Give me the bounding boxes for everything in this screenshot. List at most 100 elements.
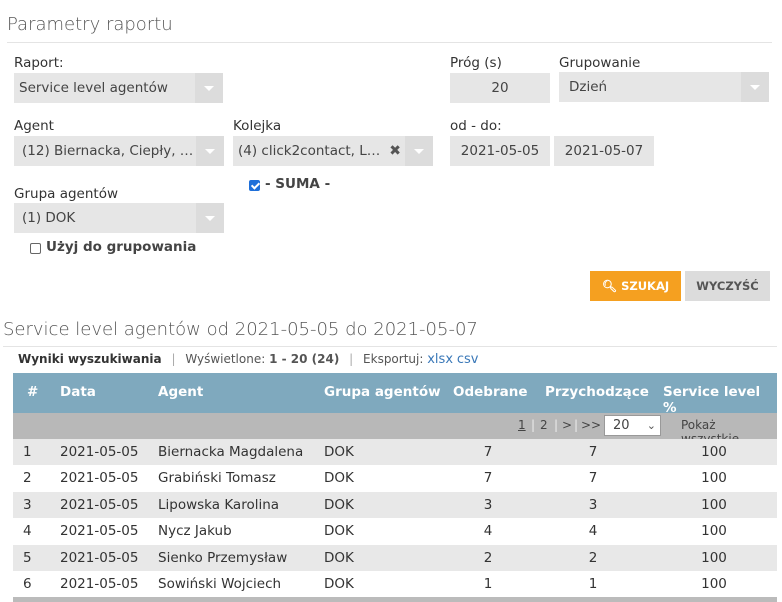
cell-odebrane: 4	[483, 523, 493, 539]
shown-prefix: Wyświetlone:	[185, 352, 266, 366]
per-page-value: 20	[613, 418, 630, 433]
cell-grupa: DOK	[324, 444, 354, 460]
results-tab[interactable]: Wyniki wyszukiwania	[18, 352, 162, 366]
agent-select-value: (12) Biernacka, Ciepły, Gr...	[22, 143, 194, 159]
cell-service-level: 100	[701, 497, 727, 513]
agent-label: Agent	[14, 118, 54, 134]
col-header-service-level[interactable]: Service level %	[663, 384, 777, 416]
raport-select[interactable]: Service level agentów	[14, 73, 223, 103]
chevron-down-icon	[196, 136, 224, 166]
table-row[interactable]: 4 2021-05-05 Nycz Jakub DOK 4 4 100	[13, 518, 777, 544]
cell-service-level: 100	[701, 470, 727, 486]
search-icon: 🔍︎	[601, 279, 618, 293]
cell-service-level: 100	[701, 444, 727, 460]
pager-separator: |	[574, 418, 579, 432]
cell-agent: Grabiński Tomasz	[158, 470, 276, 486]
params-title: Parametry raportu	[7, 14, 173, 35]
cell-service-level: 100	[701, 576, 727, 592]
cell-index: 6	[23, 576, 32, 592]
cell-grupa: DOK	[324, 550, 354, 566]
chevron-down-icon: ⌄	[646, 419, 656, 432]
col-header-index[interactable]: #	[27, 384, 38, 400]
cell-przychodzace: 7	[588, 444, 598, 460]
cell-index: 5	[23, 550, 32, 566]
grupowanie-label: Grupowanie	[559, 55, 641, 71]
table-row[interactable]: 1 2021-05-05 Biernacka Magdalena DOK 7 7…	[13, 439, 777, 465]
cell-date: 2021-05-05	[60, 576, 139, 592]
cell-index: 4	[23, 523, 32, 539]
grupa-select-value: (1) DOK	[22, 210, 76, 226]
clear-button[interactable]: WYCZYŚĆ	[685, 271, 770, 301]
cell-index: 3	[23, 497, 32, 513]
chevron-down-icon	[405, 136, 433, 166]
cell-date: 2021-05-05	[60, 444, 139, 460]
cell-agent: Sowiński Wojciech	[158, 576, 282, 592]
cell-index: 2	[23, 470, 32, 486]
kolejka-select[interactable]: (4) click2contact, L3, s... ✖	[233, 136, 433, 166]
pager: 1 | 2 | > | >> 20 ⌄ Pokaż wszystkie	[13, 413, 777, 446]
col-header-grupa[interactable]: Grupa agentów	[324, 384, 441, 400]
cell-date: 2021-05-05	[60, 470, 139, 486]
grupa-label: Grupa agentów	[14, 186, 118, 202]
pager-last[interactable]: >>	[581, 418, 601, 432]
oddo-label: od - do:	[450, 118, 502, 134]
cell-grupa: DOK	[324, 497, 354, 513]
cell-grupa: DOK	[324, 523, 354, 539]
pager-page-2[interactable]: 2	[540, 418, 548, 432]
col-header-odebrane[interactable]: Odebrane	[453, 384, 528, 400]
table-row-partial	[13, 597, 777, 602]
cell-odebrane: 3	[483, 497, 493, 513]
table-row[interactable]: 5 2021-05-05 Sienko Przemysław DOK 2 2 1…	[13, 545, 777, 571]
pager-page-1[interactable]: 1	[518, 418, 526, 432]
prog-label: Próg (s)	[450, 55, 502, 71]
chevron-down-icon	[196, 203, 224, 233]
search-button-label: SZUKAJ	[621, 279, 670, 293]
pager-separator: |	[554, 418, 559, 432]
results-divider	[3, 346, 777, 347]
cell-date: 2021-05-05	[60, 497, 139, 513]
cell-agent: Lipowska Karolina	[158, 497, 280, 513]
cell-agent: Nycz Jakub	[158, 523, 232, 539]
col-header-data[interactable]: Data	[60, 384, 96, 400]
export-csv-link[interactable]: csv	[457, 352, 479, 367]
cell-przychodzace: 7	[588, 470, 598, 486]
suma-checkbox[interactable]	[249, 180, 260, 191]
results-toolbar: Wyniki wyszukiwania | Wyświetlone: 1 - 2…	[18, 352, 479, 367]
suma-label: - SUMA -	[265, 176, 331, 192]
table-row[interactable]: 3 2021-05-05 Lipowska Karolina DOK 3 3 1…	[13, 492, 777, 518]
uzyj-label: Użyj do grupowania	[46, 239, 197, 255]
results-title: Service level agentów od 2021-05-05 do 2…	[3, 319, 478, 340]
pager-separator: |	[531, 418, 536, 432]
cell-przychodzace: 3	[588, 497, 598, 513]
col-header-agent[interactable]: Agent	[158, 384, 203, 400]
export-xlsx-link[interactable]: xlsx	[427, 352, 453, 367]
raport-select-value: Service level agentów	[19, 80, 168, 96]
cell-przychodzace: 4	[588, 523, 598, 539]
cell-date: 2021-05-05	[60, 550, 139, 566]
prog-input[interactable]: 20	[450, 73, 550, 103]
cell-agent: Biernacka Magdalena	[158, 444, 304, 460]
grupa-select[interactable]: (1) DOK	[14, 203, 224, 233]
date-from-input[interactable]: 2021-05-05	[450, 136, 550, 166]
pager-next[interactable]: >	[562, 418, 572, 432]
table-row[interactable]: 6 2021-05-05 Sowiński Wojciech DOK 1 1 1…	[13, 571, 777, 597]
chevron-down-icon	[195, 73, 223, 103]
search-button[interactable]: 🔍︎ SZUKAJ	[590, 271, 681, 301]
params-divider	[7, 42, 772, 43]
cell-odebrane: 2	[483, 550, 493, 566]
agent-select[interactable]: (12) Biernacka, Ciepły, Gr...	[14, 136, 224, 166]
date-to-input[interactable]: 2021-05-07	[554, 136, 654, 166]
table-row[interactable]: 2 2021-05-05 Grabiński Tomasz DOK 7 7 10…	[13, 465, 777, 491]
uzyj-checkbox[interactable]	[30, 243, 41, 254]
shown-value: 1 - 20 (24)	[269, 352, 340, 366]
grupowanie-select-value: Dzień	[569, 79, 608, 95]
cell-grupa: DOK	[324, 470, 354, 486]
cell-date: 2021-05-05	[60, 523, 139, 539]
cell-agent: Sienko Przemysław	[158, 550, 288, 566]
per-page-select[interactable]: 20 ⌄	[604, 415, 661, 436]
cell-service-level: 100	[701, 550, 727, 566]
col-header-przychodzace[interactable]: Przychodzące	[545, 384, 649, 400]
clear-x-icon[interactable]: ✖	[389, 136, 401, 166]
cell-index: 1	[23, 444, 32, 460]
grupowanie-select[interactable]: Dzień	[559, 72, 769, 102]
